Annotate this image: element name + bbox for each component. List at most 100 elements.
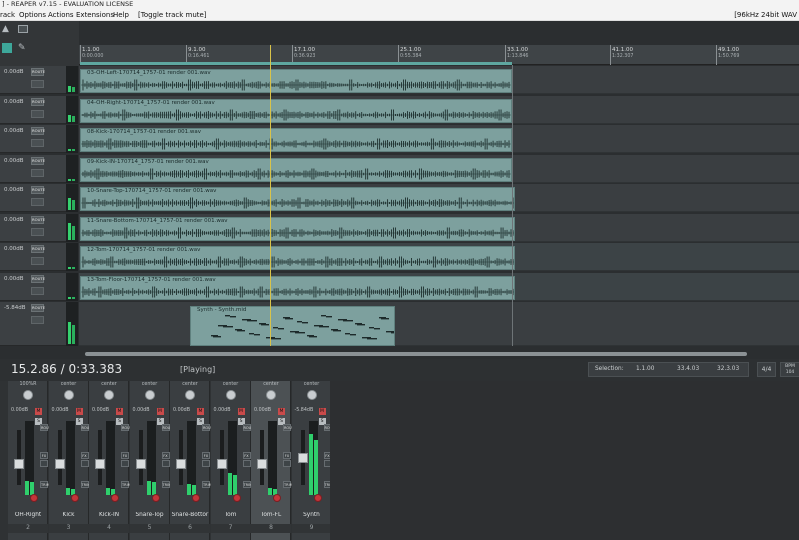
mixer-strip[interactable]: center 0.00dB M S ROUTE FX TRIM Tom 7 (210, 381, 256, 540)
fx-bypass-icon[interactable] (161, 460, 170, 467)
route-button[interactable]: ROUTE (31, 97, 45, 106)
record-arm-icon[interactable] (30, 494, 38, 502)
track-volume[interactable]: 0.00dB (4, 217, 24, 223)
trim-button[interactable]: TRIM (121, 481, 131, 488)
track-volume[interactable]: 0.00dB (4, 276, 24, 282)
track-button[interactable] (31, 168, 44, 177)
mixer-strip[interactable]: center 0.00dB M S ROUTE FX TRIM Snare-Bottor 6 (170, 381, 215, 540)
track-button[interactable] (31, 227, 44, 236)
fx-button[interactable]: FX (80, 452, 89, 459)
track-control-panel[interactable]: 0.00dB ROUTE (0, 243, 66, 271)
folder-icon[interactable] (18, 25, 28, 33)
track-button[interactable] (31, 286, 44, 295)
pan-knob[interactable] (63, 390, 74, 400)
fx-button[interactable]: FX (121, 452, 129, 459)
track-volume[interactable]: 0.00dB (4, 187, 24, 193)
fx-bypass-icon[interactable] (121, 460, 129, 467)
midi-item[interactable]: Synth - Synth.mid (190, 306, 395, 346)
strip-volume[interactable]: 0.00dB (52, 408, 69, 413)
track-button[interactable] (31, 139, 44, 147)
volume-fader-knob[interactable] (297, 453, 308, 463)
trim-button[interactable]: TRIM (242, 481, 252, 488)
mixer-strip[interactable]: 100%R 0.00dB M S ROUTE FX TRIM OH-Right 2 (8, 381, 53, 540)
mixer-strip[interactable]: center 0.00dB M S ROUTE FX TRIM Tom-FL 8 (251, 381, 296, 540)
menu-track[interactable]: rack (0, 9, 15, 21)
fx-button[interactable]: FX (202, 452, 210, 459)
mute-button[interactable]: M (75, 408, 83, 415)
route-button[interactable]: ROUTE (202, 424, 215, 431)
menu-actions[interactable]: Actions (48, 9, 74, 21)
horizontal-scrollbar[interactable] (79, 350, 799, 358)
volume-fader-track[interactable] (17, 430, 21, 485)
audio-format[interactable]: [96kHz 24bit WAV (734, 9, 797, 21)
fx-bypass-icon[interactable] (202, 460, 210, 467)
track-volume[interactable]: 0.00dB (4, 99, 24, 105)
track-lane[interactable]: 03-OH-Left-170714_1757-01 render 001.wav (79, 66, 799, 94)
volume-fader-knob[interactable] (135, 459, 146, 469)
mute-button[interactable]: M (156, 408, 164, 415)
pan-knob[interactable] (104, 390, 114, 400)
pan-knob[interactable] (144, 390, 155, 400)
record-arm-icon[interactable] (151, 494, 160, 502)
track-volume[interactable]: 0.00dB (4, 128, 24, 134)
media-item[interactable]: 03-OH-Left-170714_1757-01 render 001.wav (80, 69, 512, 93)
menu-help[interactable]: Help (113, 9, 129, 21)
mute-button[interactable]: M (35, 408, 42, 415)
transport-position[interactable]: 15.2.86 / 0:33.383 (11, 362, 122, 376)
strip-name[interactable]: Tom (211, 512, 251, 521)
pan-knob[interactable] (23, 390, 33, 400)
mute-button[interactable]: M (197, 408, 204, 415)
track-control-panel[interactable]: 0.00dB ROUTE (0, 154, 66, 183)
route-button[interactable]: ROUTE (31, 215, 45, 224)
strip-volume[interactable]: 0.00dB (92, 408, 109, 413)
ripple-icon[interactable]: ✎ (18, 43, 28, 53)
strip-volume[interactable]: 0.00dB (133, 408, 150, 413)
record-arm-icon[interactable] (70, 494, 79, 502)
track-lane[interactable]: 13-Tom-Floor-170714_1757-01 render 001.w… (79, 272, 799, 301)
route-button[interactable]: ROUTE (31, 274, 45, 283)
pan-knob[interactable] (306, 390, 317, 400)
route-button[interactable]: ROUTE (31, 186, 45, 194)
mute-button[interactable]: M (278, 408, 285, 415)
route-button[interactable]: ROUTE (31, 68, 45, 76)
track-button[interactable] (31, 198, 44, 206)
track-lane[interactable]: 04-OH-Right-170714_1757-01 render 001.wa… (79, 95, 799, 124)
route-button[interactable]: ROUTE (121, 424, 134, 431)
fx-button[interactable]: FX (40, 452, 48, 459)
bpm-display[interactable]: BPM 104 (780, 362, 799, 377)
volume-fader-track[interactable] (179, 430, 183, 485)
pan-knob[interactable] (266, 390, 276, 400)
mixer-strip[interactable]: center 0.00dB M S ROUTE FX TRIM Kick-IN 4 (89, 381, 134, 540)
record-arm-icon[interactable] (273, 494, 281, 502)
track-volume[interactable]: -5.84dB (4, 305, 26, 311)
mute-button[interactable]: M (116, 408, 123, 415)
fx-button[interactable]: FX (242, 452, 251, 459)
track-control-panel[interactable]: 0.00dB ROUTE (0, 95, 66, 124)
media-item[interactable]: 11-Snare-Bottom-170714_1757-01 render 00… (80, 216, 515, 241)
time-selection-bar[interactable] (80, 62, 512, 65)
route-button[interactable]: ROUTE (40, 424, 53, 431)
volume-fader-knob[interactable] (95, 459, 105, 469)
fx-bypass-icon[interactable] (40, 460, 48, 467)
trim-button[interactable]: TRIM (202, 481, 212, 488)
record-arm-icon[interactable] (313, 494, 322, 502)
route-button[interactable]: ROUTE (80, 424, 94, 431)
volume-fader-knob[interactable] (54, 459, 65, 469)
strip-name[interactable]: Snare-Bottor (170, 512, 210, 521)
pan-knob[interactable] (185, 390, 195, 400)
fx-bypass-icon[interactable] (80, 460, 89, 467)
track-lane[interactable]: 09-Kick-IN-170714_1757-01 render 001.wav (79, 154, 799, 183)
pan-knob[interactable] (225, 390, 236, 400)
track-lane[interactable]: Synth - Synth.mid (79, 302, 799, 346)
strip-name[interactable]: Synth (292, 512, 332, 521)
grid-icon[interactable] (2, 43, 12, 53)
route-button[interactable]: ROUTE (31, 245, 45, 253)
route-button[interactable]: ROUTE (31, 304, 45, 312)
mute-button[interactable]: M (318, 408, 326, 415)
volume-fader-knob[interactable] (14, 459, 24, 469)
track-button[interactable] (31, 316, 44, 324)
track-control-panel[interactable]: -5.84dB ROUTE (0, 302, 66, 346)
fx-bypass-icon[interactable] (242, 460, 251, 467)
strip-name[interactable]: Kick (49, 512, 89, 521)
volume-fader-track[interactable] (260, 430, 264, 485)
